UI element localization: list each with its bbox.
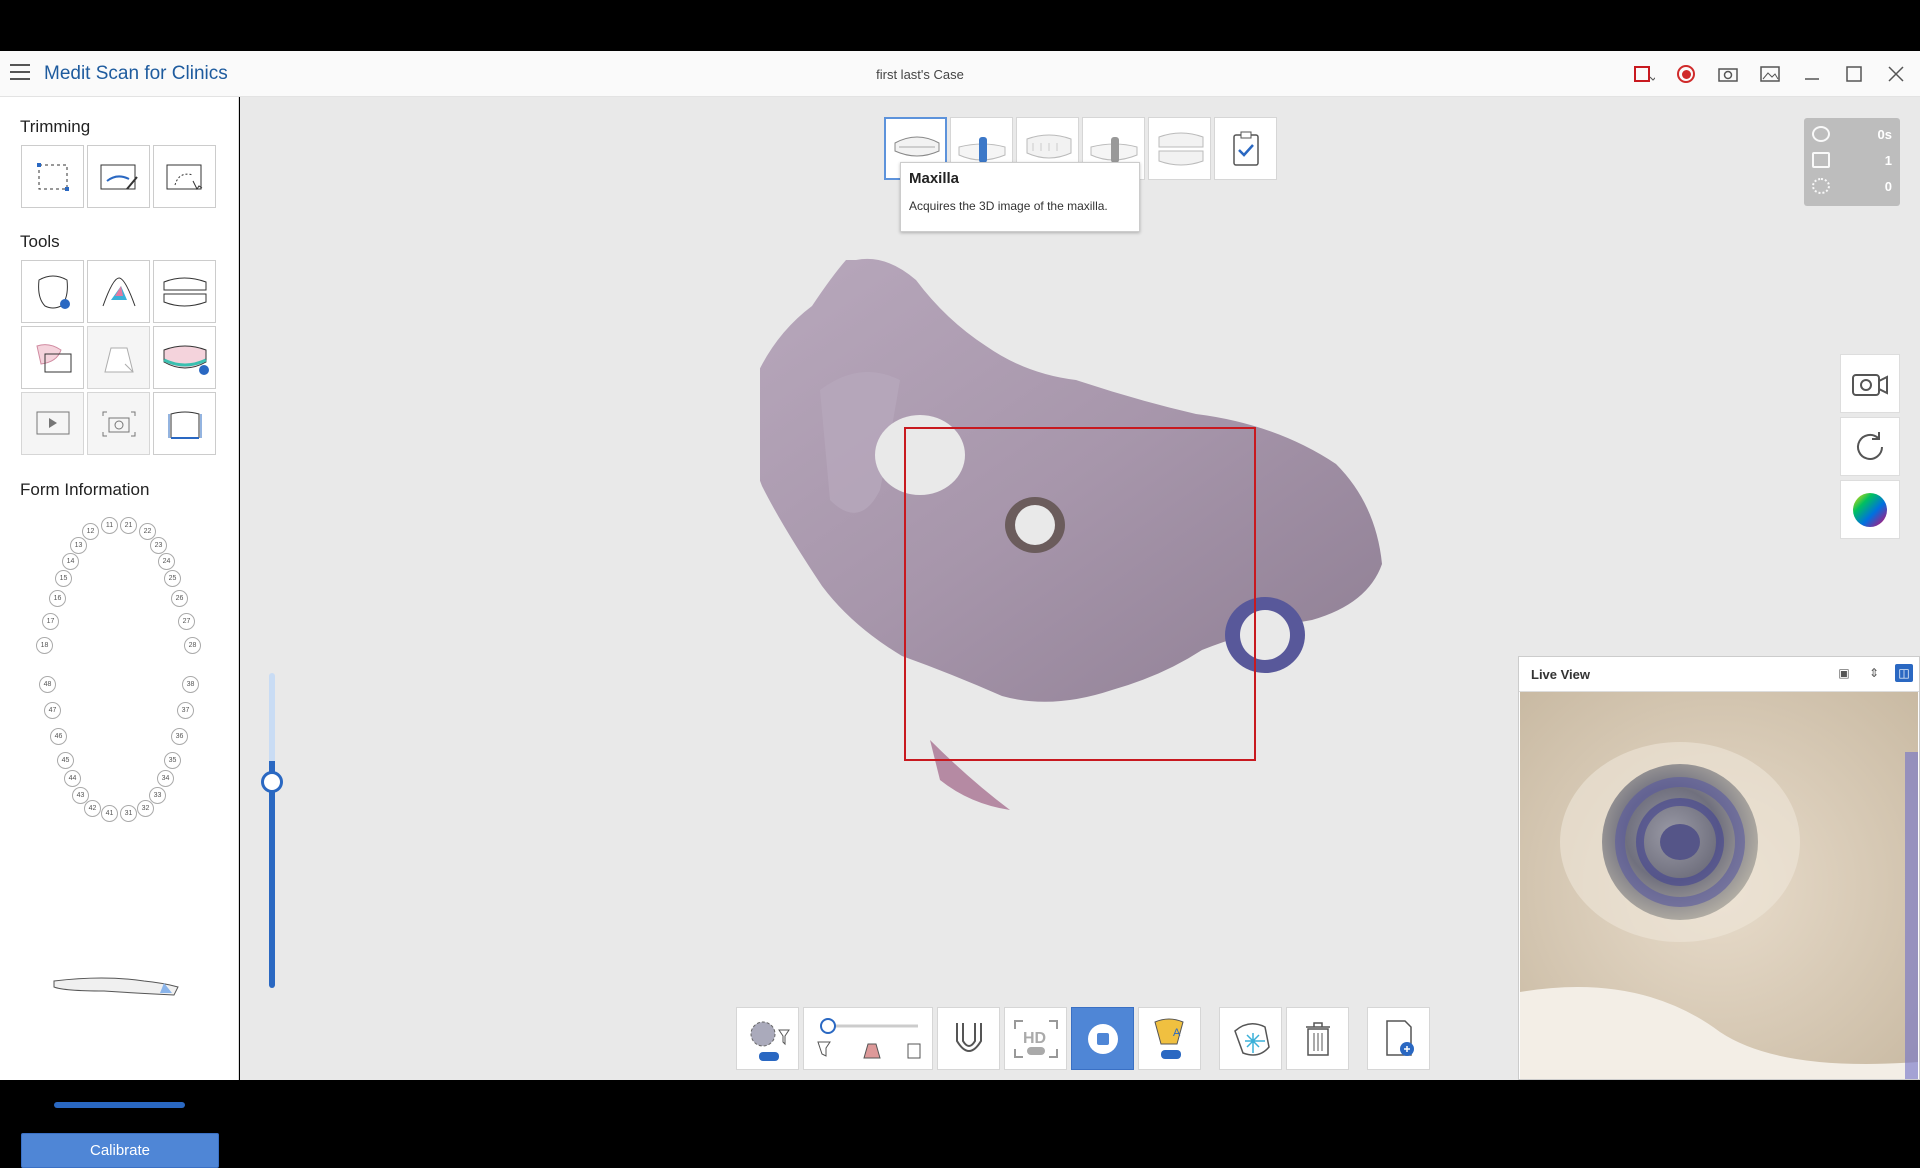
trimming-title: Trimming (20, 117, 91, 136)
svg-text:A: A (1173, 1027, 1181, 1039)
record-icon[interactable] (1672, 60, 1700, 88)
smart-scan-icon[interactable] (1219, 1007, 1282, 1070)
minimize-icon[interactable] (1798, 60, 1826, 88)
scanner-icon (50, 969, 180, 999)
tooth[interactable]: 37 (177, 702, 194, 719)
measure-icon[interactable] (153, 392, 216, 455)
lasso-trim-icon[interactable] (153, 145, 216, 208)
video-camera-icon[interactable] (1840, 354, 1900, 413)
live-view-layout-icon[interactable]: ◫ (1895, 664, 1913, 682)
tools-grid (21, 260, 216, 455)
calibrate-button[interactable]: Calibrate (21, 1133, 219, 1168)
tooth[interactable]: 46 (50, 728, 67, 745)
title-bar: Medit Scan for Clinics first last's Case (0, 51, 1920, 97)
review-step[interactable] (1214, 117, 1277, 180)
snapshot-icon[interactable] (87, 392, 150, 455)
case-title: first last's Case (876, 67, 964, 82)
step-tooltip: Maxilla Acquires the 3D image of the max… (900, 162, 1140, 232)
screen-capture-icon[interactable] (1630, 60, 1658, 88)
export-icon[interactable] (1367, 1007, 1430, 1070)
tooth[interactable]: 11 (101, 517, 118, 534)
live-camera-feed (1520, 692, 1918, 1079)
tooth[interactable]: 45 (57, 752, 74, 769)
tooth[interactable]: 35 (164, 752, 181, 769)
tools-title: Tools (20, 232, 60, 251)
tooth[interactable]: 33 (149, 787, 166, 804)
tooth-chart: 11 12 13 14 15 16 17 18 21 22 23 24 25 2… (25, 517, 215, 827)
timer-icon (1812, 126, 1830, 142)
tooth[interactable]: 28 (184, 637, 201, 654)
tooth[interactable]: 31 (120, 805, 137, 822)
tooth[interactable]: 48 (39, 676, 56, 693)
tooth[interactable]: 21 (120, 517, 137, 534)
tooltip-description: Acquires the 3D image of the maxilla. (909, 199, 1108, 213)
tooth[interactable]: 32 (137, 800, 154, 817)
camera-icon[interactable] (1714, 60, 1742, 88)
tooth[interactable]: 13 (70, 537, 87, 554)
tooth[interactable]: 23 (150, 537, 167, 554)
tooth[interactable]: 12 (82, 523, 99, 540)
tooth[interactable]: 34 (157, 770, 174, 787)
left-sidebar: Trimming Tools Form Information 11 12 13… (0, 97, 239, 1168)
occlusion-icon[interactable] (153, 260, 216, 323)
tooth[interactable]: 42 (84, 800, 101, 817)
form-info-title: Form Information (20, 480, 150, 499)
filter-on-icon[interactable] (736, 1007, 799, 1070)
gallery-icon[interactable] (1756, 60, 1784, 88)
tooth[interactable]: 25 (164, 570, 181, 587)
tooth[interactable]: 16 (49, 590, 66, 607)
tooth[interactable]: 36 (171, 728, 188, 745)
tooth[interactable]: 26 (171, 590, 188, 607)
brush-trim-icon[interactable] (87, 145, 150, 208)
live-view-panel: Live View ▣ ⇕ ◫ (1518, 656, 1920, 1080)
tooth[interactable]: 18 (36, 637, 53, 654)
data-count-icon (1812, 152, 1830, 168)
tooth[interactable]: 43 (72, 787, 89, 804)
frame-count-icon (1812, 178, 1830, 194)
ai-filter-on-icon[interactable]: A (1138, 1007, 1201, 1070)
select-area-icon[interactable] (21, 145, 84, 208)
hd-off-icon[interactable]: HD (1004, 1007, 1067, 1070)
scan-time: 0s (1877, 126, 1892, 142)
live-view-resize-icon[interactable]: ⇕ (1865, 664, 1883, 682)
zoom-slider-handle[interactable] (261, 771, 283, 793)
stop-icon[interactable] (1071, 1007, 1134, 1070)
tooth[interactable]: 41 (101, 805, 118, 822)
scan-depth-slider[interactable] (803, 1007, 933, 1070)
tooth[interactable]: 47 (44, 702, 61, 719)
tooth[interactable]: 14 (62, 553, 79, 570)
tooth[interactable]: 44 (64, 770, 81, 787)
color-wheel-icon[interactable] (1840, 480, 1900, 539)
svg-text:HD: HD (1023, 1030, 1046, 1047)
rotate-icon[interactable] (1840, 417, 1900, 476)
play-video-icon[interactable] (21, 392, 84, 455)
scan-roi-box (904, 427, 1256, 761)
trimming-tools (21, 145, 216, 208)
margin-icon[interactable] (153, 326, 216, 389)
tooth[interactable]: 24 (158, 553, 175, 570)
view-side-buttons (1840, 354, 1900, 539)
tooth[interactable]: 27 (178, 613, 195, 630)
bottom-toolbar: HD A (736, 1007, 1430, 1070)
tooth[interactable]: 17 (42, 613, 59, 630)
color-pick-icon[interactable] (87, 260, 150, 323)
tooltip-title: Maxilla (909, 170, 960, 187)
zoom-slider-track[interactable] (269, 673, 275, 988)
overlay-icon[interactable] (21, 326, 84, 389)
tray-icon[interactable] (937, 1007, 1000, 1070)
data-count: 1 (1884, 152, 1892, 168)
tooth[interactable]: 38 (182, 676, 199, 693)
lock-tooth-icon[interactable] (21, 260, 84, 323)
tooth[interactable]: 15 (55, 570, 72, 587)
occlusion-step[interactable] (1148, 117, 1211, 180)
scan-stats-panel: 0s 1 0 (1804, 118, 1900, 206)
delete-icon[interactable] (1286, 1007, 1349, 1070)
screen-top-bar (0, 0, 1920, 51)
scanner-status-bar (54, 1102, 185, 1108)
live-view-pin-icon[interactable]: ▣ (1835, 664, 1853, 682)
frame-count: 0 (1884, 178, 1892, 194)
close-icon[interactable] (1882, 60, 1910, 88)
abutment-icon[interactable] (87, 326, 150, 389)
maximize-icon[interactable] (1840, 60, 1868, 88)
